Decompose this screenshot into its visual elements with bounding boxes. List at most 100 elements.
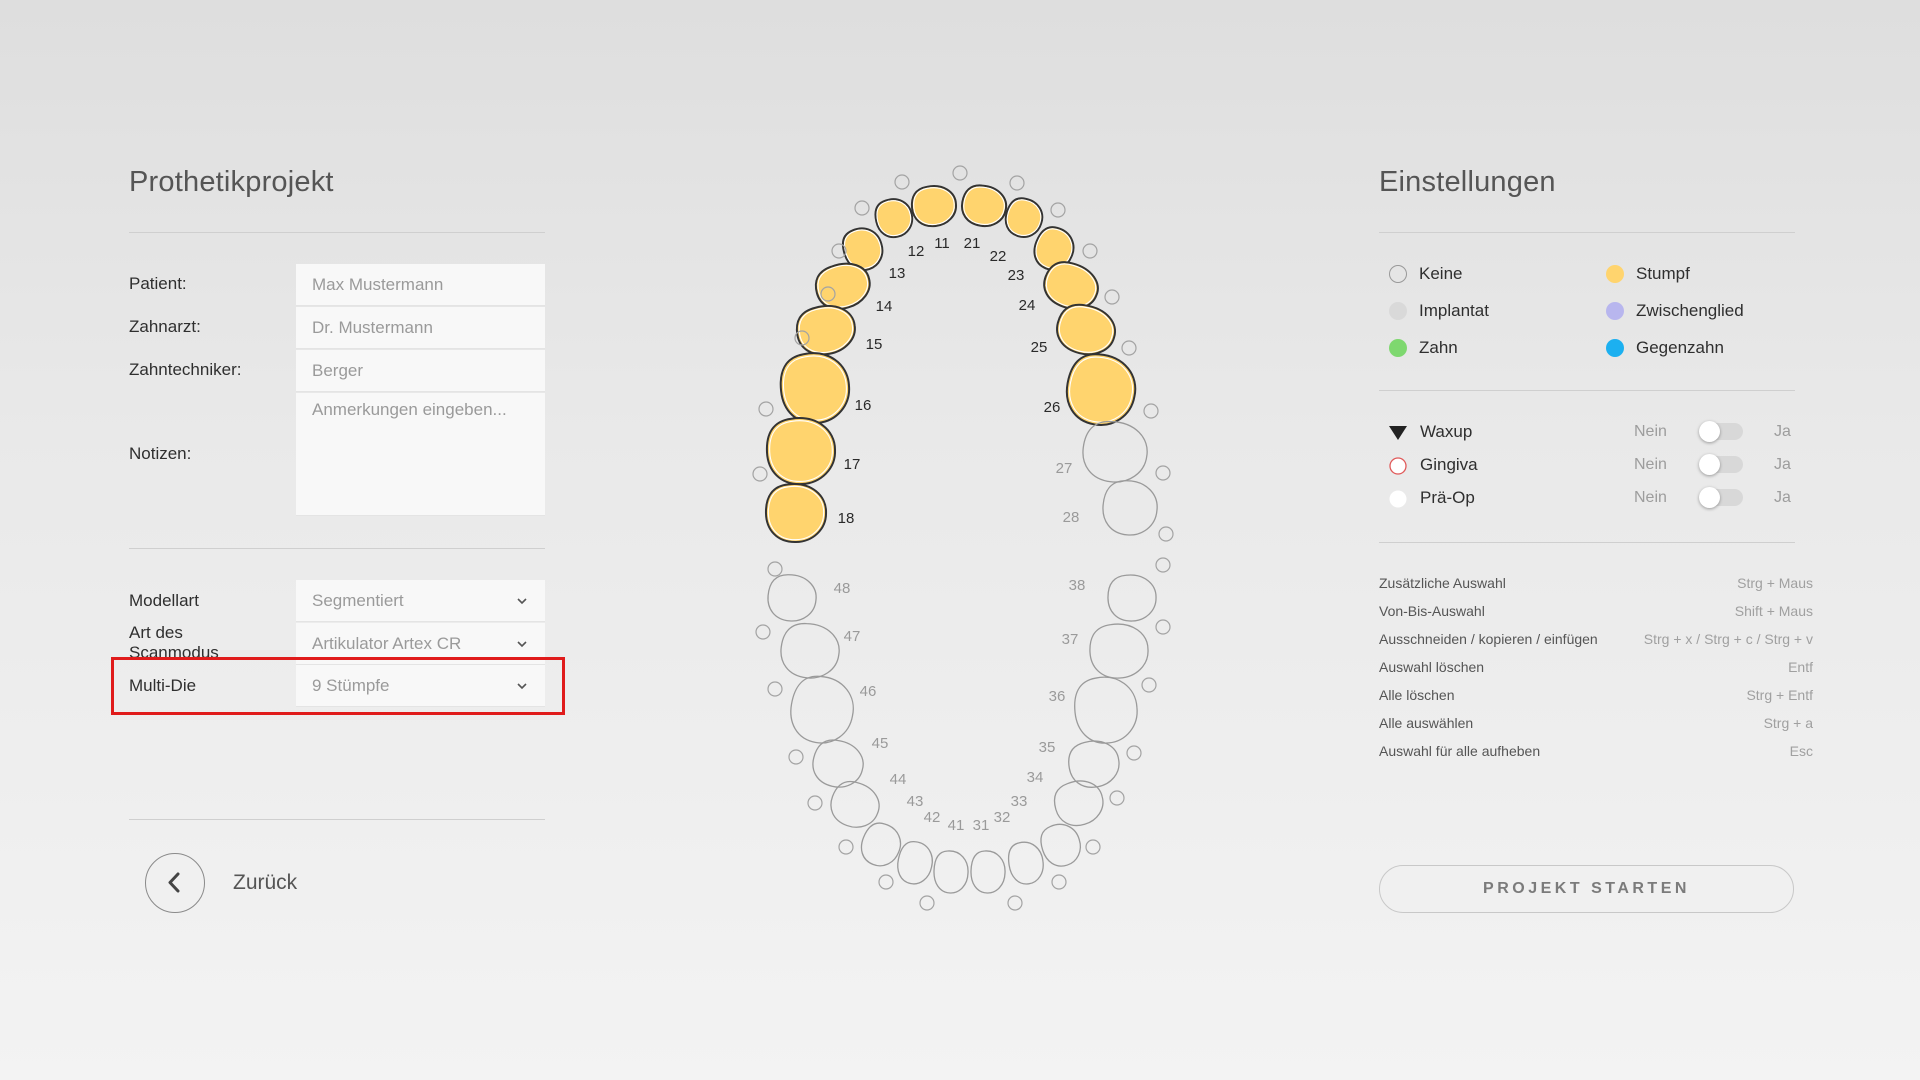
tooth-label-11: 11	[934, 235, 950, 252]
option-waxup: Waxup Nein Ja	[1388, 420, 1818, 444]
tooth-47[interactable]	[779, 621, 842, 680]
tooth-label-16: 16	[855, 397, 872, 414]
toggle-knob	[1699, 487, 1720, 508]
option-label: Prä-Op	[1420, 488, 1475, 507]
legend-zahn[interactable]: Zahn	[1389, 338, 1458, 358]
tooth-marker-24[interactable]	[1104, 289, 1120, 305]
tooth-label-18: 18	[838, 510, 855, 527]
gray-dot-icon	[1389, 302, 1407, 320]
tooth-label-17: 17	[844, 456, 861, 473]
tooth-marker-35[interactable]	[1126, 745, 1142, 761]
divider	[1379, 390, 1795, 391]
tooth-shape	[933, 850, 969, 894]
tooth-marker-17[interactable]	[758, 401, 774, 417]
gingiva-toggle[interactable]	[1699, 454, 1743, 475]
legend-zwischenglied[interactable]: Zwischenglied	[1606, 301, 1744, 321]
tooth-marker-44[interactable]	[807, 795, 823, 811]
shortcut-action: Alle auswählen	[1379, 715, 1474, 731]
tooth-shape	[1107, 574, 1157, 622]
tooth-marker-38[interactable]	[1155, 557, 1171, 573]
tooth-marker-45[interactable]	[788, 749, 804, 765]
tooth-marker-18[interactable]	[752, 466, 768, 482]
legend-stumpf[interactable]: Stumpf	[1606, 264, 1690, 284]
tooth-11[interactable]	[909, 183, 958, 229]
legend-keine[interactable]: Keine	[1389, 264, 1462, 284]
tooth-27[interactable]	[1080, 419, 1149, 484]
tooth-marker-43[interactable]	[838, 839, 854, 855]
tooth-18[interactable]	[764, 482, 828, 544]
shortcut-action: Zusätzliche Auswahl	[1379, 575, 1506, 591]
tooth-35[interactable]	[1065, 736, 1124, 792]
legend-gegenzahn[interactable]: Gegenzahn	[1606, 338, 1724, 358]
tooth-17[interactable]	[764, 415, 838, 487]
tooth-marker-37[interactable]	[1155, 619, 1171, 635]
tooth-label-12: 12	[908, 243, 925, 260]
option-yes-label: Ja	[1774, 456, 1791, 473]
tooth-marker-23[interactable]	[1082, 243, 1098, 259]
tooth-marker-22[interactable]	[1050, 202, 1066, 218]
option-label: Gingiva	[1420, 455, 1478, 474]
lavender-dot-icon	[1606, 302, 1624, 320]
tooth-marker-31[interactable]	[1007, 895, 1023, 911]
tooth-marker-28[interactable]	[1158, 526, 1174, 542]
tooth-25[interactable]	[1053, 300, 1120, 359]
tooth-15[interactable]	[793, 300, 860, 359]
tooth-label-14: 14	[876, 298, 893, 315]
tooth-marker-41[interactable]	[919, 895, 935, 911]
legend-implantat[interactable]: Implantat	[1389, 301, 1489, 321]
praeop-toggle[interactable]	[1699, 487, 1743, 508]
tooth-marker-34[interactable]	[1109, 790, 1125, 806]
tooth-12[interactable]	[872, 195, 917, 241]
triangle-down-icon	[1389, 426, 1407, 440]
tooth-marker-32[interactable]	[1051, 874, 1067, 890]
option-gingiva: Gingiva Nein Ja	[1388, 453, 1818, 477]
tooth-shape	[1007, 841, 1044, 885]
tooth-label-37: 37	[1062, 631, 1079, 648]
tooth-marker-26[interactable]	[1143, 403, 1159, 419]
blue-dot-icon	[1606, 339, 1624, 357]
tooth-marker-42[interactable]	[878, 874, 894, 890]
tooth-36[interactable]	[1071, 673, 1142, 747]
yellow-dot-icon	[1606, 265, 1624, 283]
option-yes-label: Ja	[1774, 489, 1791, 506]
tooth-shape	[1065, 353, 1137, 426]
start-project-button[interactable]: PROJEKT STARTEN	[1379, 865, 1794, 913]
tooth-marker-12[interactable]	[894, 174, 910, 190]
tooth-marker-48[interactable]	[767, 561, 783, 577]
tooth-marker-13[interactable]	[854, 200, 870, 216]
toggle-knob	[1699, 421, 1720, 442]
tooth-16[interactable]	[776, 348, 853, 427]
tooth-marker-27[interactable]	[1155, 465, 1171, 481]
tooth-31[interactable]	[970, 850, 1006, 894]
tooth-41[interactable]	[933, 850, 969, 894]
green-dot-icon	[1389, 339, 1407, 357]
tooth-21[interactable]	[959, 183, 1008, 229]
tooth-label-15: 15	[866, 336, 883, 353]
tooth-shape	[1074, 676, 1138, 744]
red-circle-icon	[1389, 457, 1407, 475]
tooth-marker-25[interactable]	[1121, 340, 1137, 356]
tooth-26[interactable]	[1062, 350, 1139, 429]
tooth-marker-11[interactable]	[952, 165, 968, 181]
tooth-chart: 11 1213 14 15 16 17 18 21 2223 24 25 26 27 28 31 3233 34…	[752, 165, 1174, 911]
tooth-32[interactable]	[1006, 839, 1047, 886]
shortcut-row: Ausschneiden / kopieren / einfügen Strg +…	[1379, 631, 1813, 651]
waxup-toggle[interactable]	[1699, 421, 1743, 442]
circle-outline-icon	[1389, 265, 1407, 283]
tooth-28[interactable]	[1102, 480, 1159, 537]
tooth-48[interactable]	[767, 574, 817, 623]
tooth-label-38: 38	[1069, 577, 1086, 594]
tooth-label-44: 44	[890, 771, 907, 788]
tooth-marker-36[interactable]	[1141, 677, 1157, 693]
tooth-37[interactable]	[1088, 621, 1151, 680]
tooth-shape	[767, 574, 817, 622]
tooth-38[interactable]	[1107, 574, 1157, 623]
tooth-marker-21[interactable]	[1009, 175, 1025, 191]
tooth-label-21: 21	[964, 235, 981, 252]
tooth-shape	[764, 483, 828, 544]
tooth-marker-33[interactable]	[1085, 839, 1101, 855]
tooth-46[interactable]	[787, 673, 858, 747]
tooth-44[interactable]	[825, 777, 884, 834]
tooth-marker-46[interactable]	[767, 681, 783, 697]
tooth-marker-47[interactable]	[755, 624, 771, 640]
